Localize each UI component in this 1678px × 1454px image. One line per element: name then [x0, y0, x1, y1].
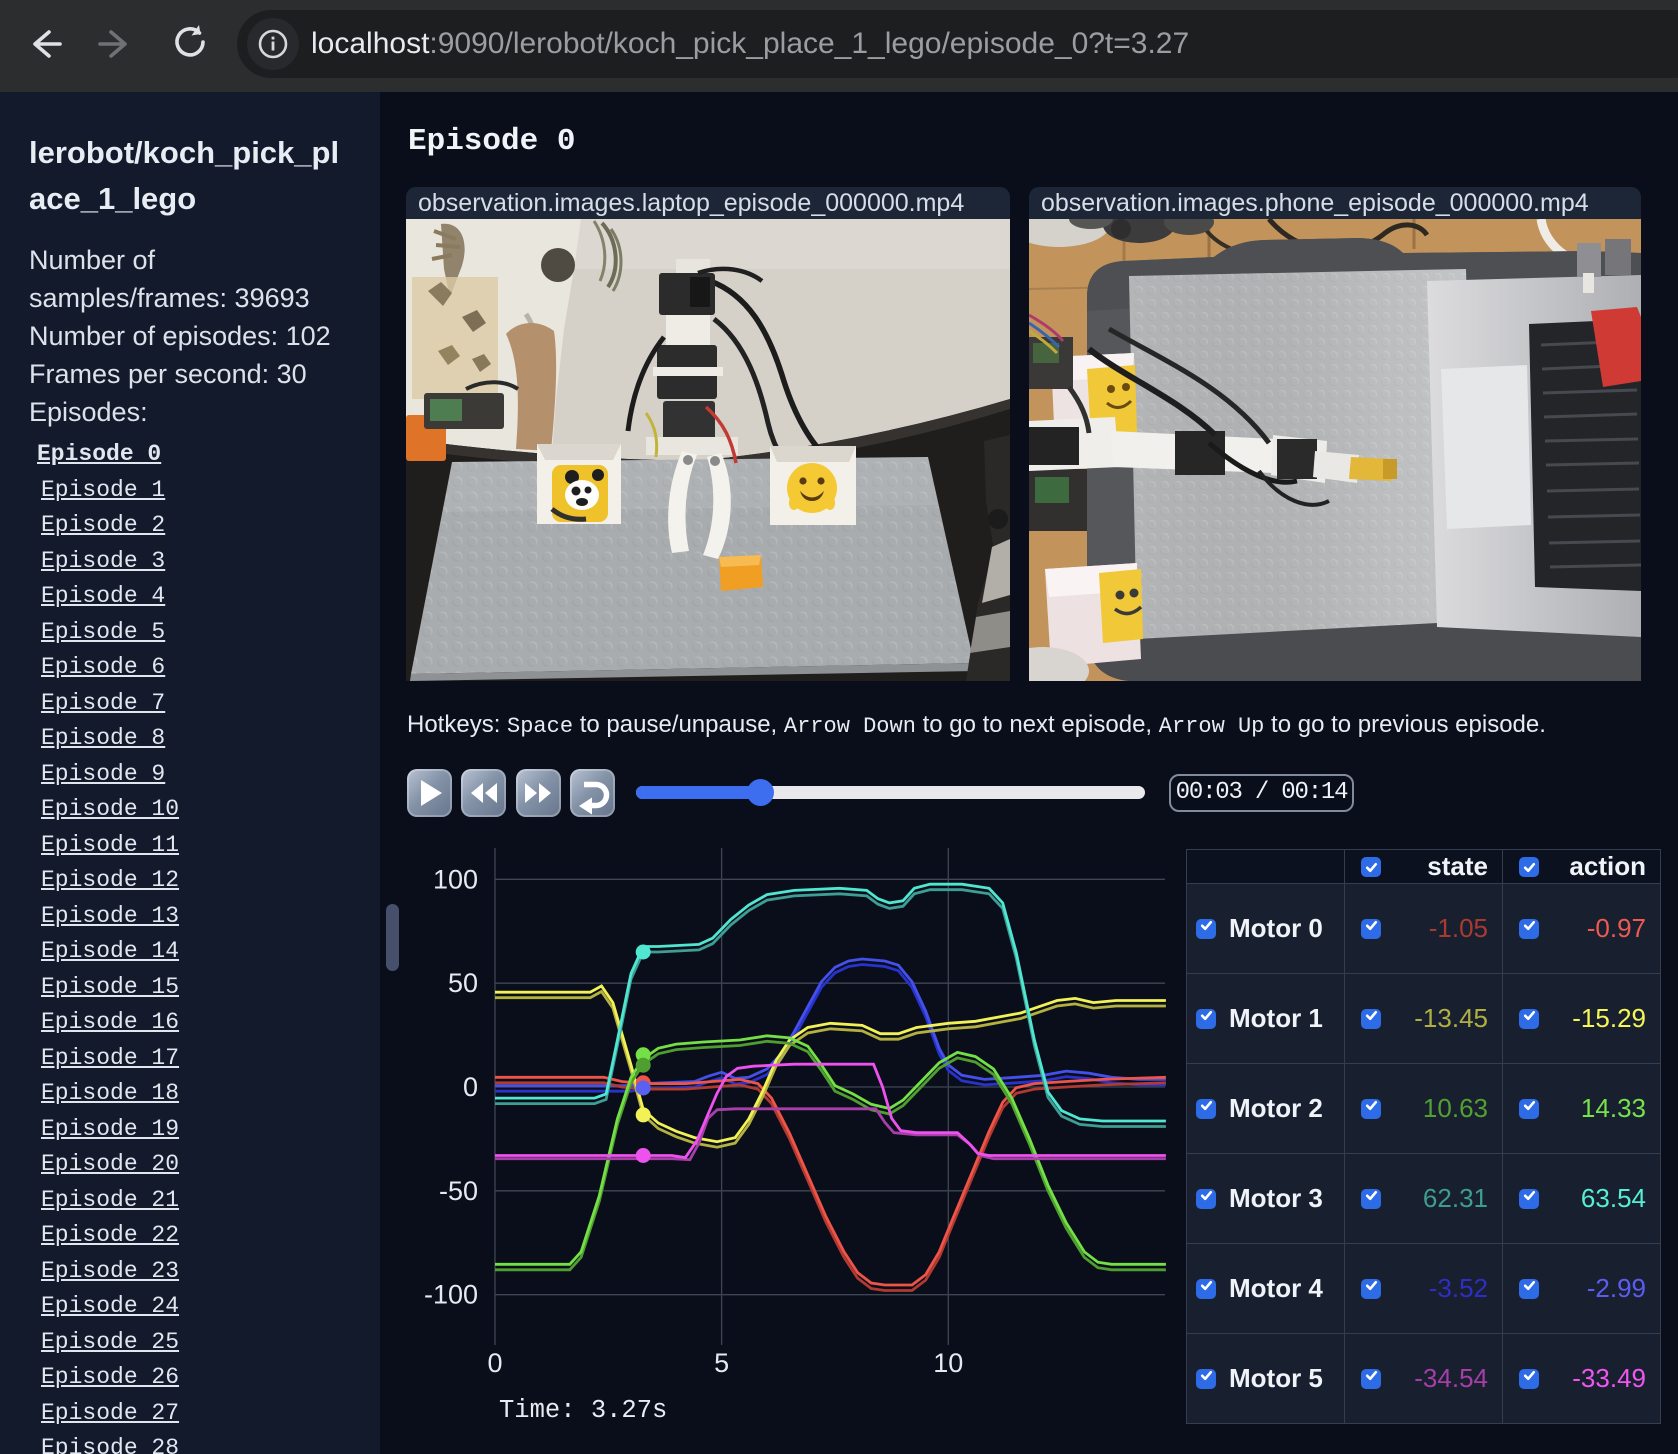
svg-text:-50: -50 [439, 1176, 478, 1206]
svg-text:0: 0 [487, 1348, 502, 1378]
svg-text:Time: 3.27s: Time: 3.27s [499, 1396, 667, 1425]
svg-text:5: 5 [714, 1348, 729, 1378]
svg-text:0: 0 [463, 1072, 478, 1102]
svg-text:50: 50 [448, 968, 478, 998]
svg-text:10: 10 [933, 1348, 963, 1378]
svg-text:-100: -100 [424, 1280, 478, 1310]
svg-text:100: 100 [433, 864, 478, 894]
